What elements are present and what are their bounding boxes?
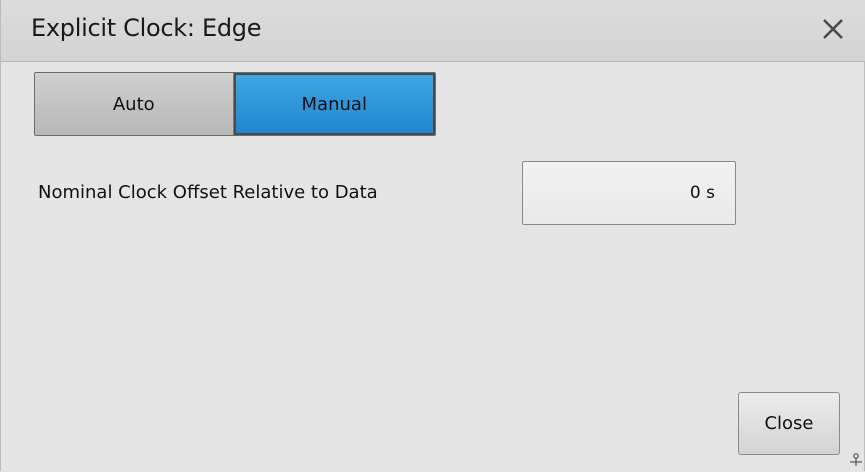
resize-grip-icon[interactable] (847, 452, 863, 468)
title-bar[interactable]: Explicit Clock: Edge (1, 0, 865, 62)
close-icon[interactable] (816, 12, 850, 46)
manual-mode-label: Manual (301, 93, 367, 115)
mode-toggle-group: Auto Manual (34, 72, 436, 136)
close-button[interactable]: Close (738, 392, 840, 455)
clock-offset-value: 0 s (689, 183, 715, 203)
clock-offset-label: Nominal Clock Offset Relative to Data (38, 182, 378, 203)
auto-mode-label: Auto (112, 93, 155, 115)
manual-mode-button[interactable]: Manual (233, 73, 435, 135)
dialog-title: Explicit Clock: Edge (31, 14, 262, 42)
clock-offset-field[interactable]: 0 s (522, 161, 736, 225)
auto-mode-button[interactable]: Auto (35, 73, 234, 135)
explicit-clock-dialog: Explicit Clock: Edge Auto Manual Nominal… (0, 0, 865, 471)
close-button-label: Close (764, 413, 814, 434)
